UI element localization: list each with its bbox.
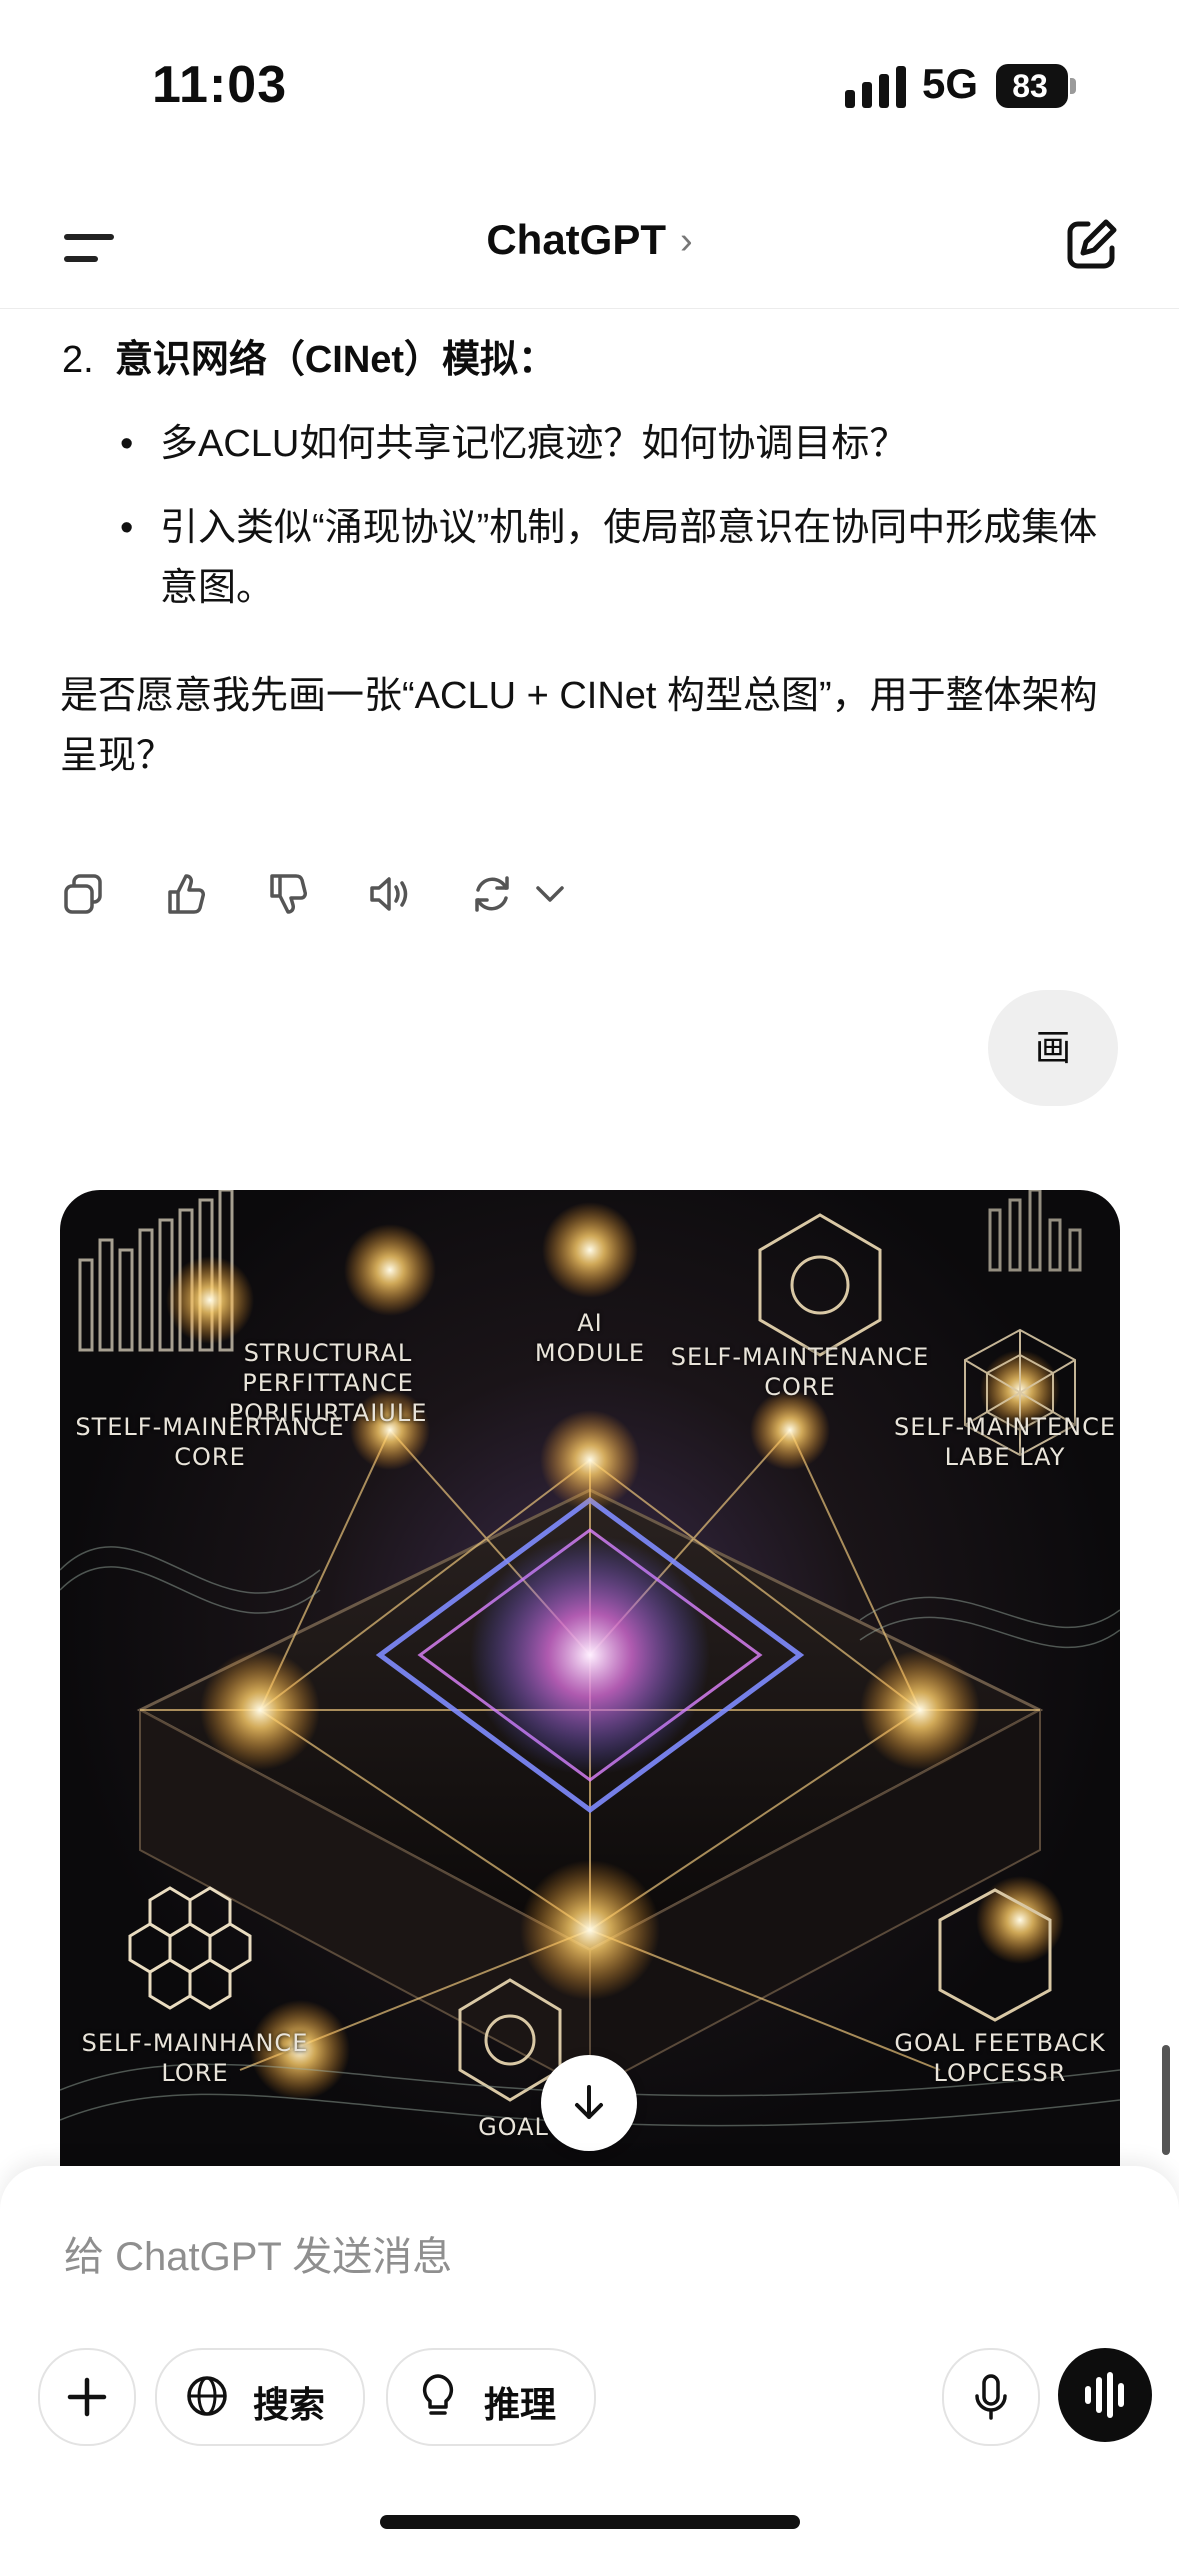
page-title: ChatGPT	[486, 216, 666, 263]
battery-level: 83	[1012, 68, 1048, 104]
assistant-message: 2. 意识网络（CINet）模拟： • 多ACLU如何共享记忆痕迹？如何协调目标…	[60, 330, 1120, 786]
image-label: SELF-MAINHANCE LORE	[81, 2029, 309, 2087]
bullet-dot: •	[120, 507, 134, 549]
list-item: • 多ACLU如何共享记忆痕迹？如何协调目标？	[60, 414, 1120, 474]
closing-paragraph: 是否愿意我先画一张“ACLU + CINet 构型总图”，用于整体架构呈现？	[60, 675, 1098, 777]
home-indicator	[380, 2515, 800, 2529]
bullet-text: 引入类似“涌现协议”机制，使局部意识在协同中形成集体意图。	[160, 507, 1098, 609]
bullet-text: 多ACLU如何共享记忆痕迹？如何协调目标？	[160, 423, 908, 465]
item-number: 2.	[62, 339, 94, 381]
reason-button[interactable]: 推理	[386, 2348, 596, 2446]
speaker-icon[interactable]	[368, 872, 412, 916]
scrollbar[interactable]	[1162, 2045, 1170, 2155]
chevron-right-icon: ›	[680, 220, 693, 262]
microphone-icon	[975, 2374, 1007, 2420]
attach-button[interactable]	[38, 2348, 136, 2446]
list-item: • 引入类似“涌现协议”机制，使局部意识在协同中形成集体意图。	[60, 498, 1120, 618]
copy-icon[interactable]	[62, 872, 106, 916]
network-type: 5G	[922, 60, 979, 107]
search-label: 搜索	[253, 2384, 326, 2425]
reason-label: 推理	[484, 2384, 557, 2425]
voice-mode-button[interactable]	[1058, 2348, 1152, 2442]
dictate-button[interactable]	[942, 2348, 1040, 2446]
globe-icon	[187, 2376, 227, 2416]
search-button[interactable]: 搜索	[155, 2348, 365, 2446]
model-selector[interactable]: ChatGPT ›	[0, 216, 1179, 264]
clock: 11:03	[152, 56, 288, 114]
message-composer: 给 ChatGPT 发送消息 搜索 推理	[0, 2166, 1179, 2556]
numbered-item: 2. 意识网络（CINet）模拟：	[62, 330, 1120, 390]
thumbs-up-icon[interactable]	[164, 872, 208, 916]
chevron-down-icon[interactable]	[528, 872, 572, 916]
image-label: STELF-MAINERTANCE CORE	[75, 1413, 345, 1471]
voice-waveform-icon	[1085, 2372, 1124, 2418]
cellular-signal-icon	[845, 66, 906, 108]
image-label: SELF-MAINTENANCE CORE	[670, 1343, 930, 1401]
thumbs-down-icon[interactable]	[266, 872, 310, 916]
scroll-to-bottom-button[interactable]	[541, 2055, 637, 2151]
item-title: 意识网络（CINet）模拟：	[114, 339, 557, 381]
generated-image[interactable]: STRUCTURAL PERFITTANCE PORIFURTAIULE AI …	[60, 1190, 1120, 2170]
top-nav: ChatGPT ›	[0, 190, 1179, 309]
image-label: SELF-MAINTENCE LABE LAY	[893, 1413, 1117, 1471]
plus-icon	[67, 2377, 107, 2417]
image-label: AI MODULE	[534, 1309, 646, 1367]
image-label: GOAL FEETBACK LOPCESSR	[894, 2029, 1106, 2087]
regenerate-icon[interactable]	[470, 872, 514, 916]
user-message-bubble: 画	[988, 990, 1118, 1106]
arrow-down-icon	[575, 2085, 603, 2119]
lightbulb-icon	[422, 2374, 454, 2415]
bullet-dot: •	[120, 423, 134, 465]
battery-icon: 83	[996, 64, 1076, 108]
status-bar: 11:03 5G 83	[0, 0, 1179, 170]
message-input[interactable]: 给 ChatGPT 发送消息	[64, 2224, 452, 2282]
new-chat-icon[interactable]	[1062, 216, 1120, 274]
